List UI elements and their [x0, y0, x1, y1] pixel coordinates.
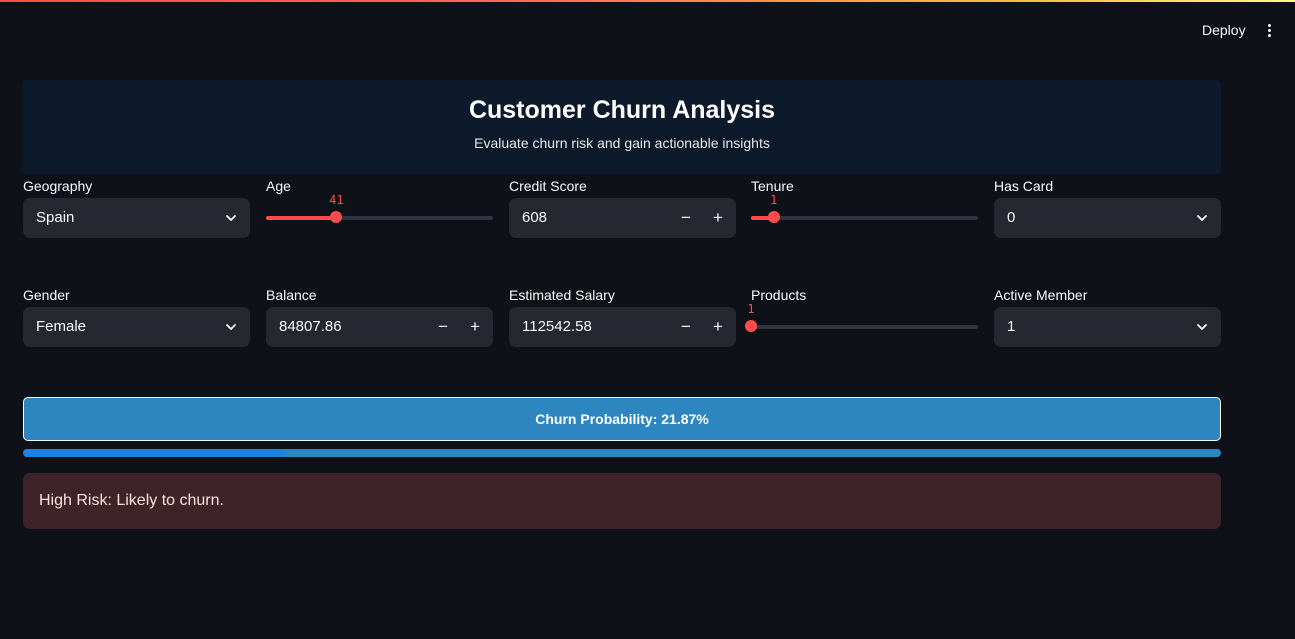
- balance-input[interactable]: 84807.86 − +: [266, 307, 493, 347]
- estimated-salary-input[interactable]: 112542.58 − +: [509, 307, 736, 347]
- gender-select[interactable]: Female: [23, 307, 250, 347]
- age-label: Age: [266, 178, 291, 194]
- gender-field: Gender Female: [23, 285, 250, 347]
- churn-probability-box: Churn Probability: 21.87%: [23, 397, 1221, 441]
- age-field: Age 41: [266, 176, 493, 223]
- age-slider[interactable]: 41: [266, 193, 493, 238]
- credit-score-value[interactable]: 608: [522, 198, 547, 238]
- products-slider-track[interactable]: [751, 325, 978, 329]
- churn-progress-bar: [23, 449, 1221, 457]
- products-slider-handle[interactable]: [745, 320, 757, 332]
- credit-score-decrement-button[interactable]: −: [670, 198, 702, 238]
- active-member-field: Active Member 1: [994, 285, 1221, 347]
- tenure-slider-track[interactable]: [751, 216, 978, 220]
- geography-value: Spain: [36, 209, 75, 226]
- balance-value[interactable]: 84807.86: [279, 307, 342, 347]
- top-decoration-bar: [0, 0, 1295, 2]
- tenure-label: Tenure: [751, 178, 794, 194]
- tenure-slider[interactable]: 1: [751, 193, 978, 238]
- tenure-slider-handle[interactable]: [767, 211, 780, 223]
- active-member-value: 1: [1007, 318, 1016, 335]
- page-subtitle: Evaluate churn risk and gain actionable …: [474, 135, 770, 151]
- estimated-salary-decrement-button[interactable]: −: [670, 307, 702, 347]
- balance-label: Balance: [266, 287, 317, 303]
- has-card-label: Has Card: [994, 178, 1054, 194]
- deploy-button[interactable]: Deploy: [1192, 18, 1256, 42]
- estimated-salary-label: Estimated Salary: [509, 287, 615, 303]
- age-slider-track[interactable]: [266, 216, 493, 220]
- has-card-value: 0: [1007, 209, 1016, 226]
- credit-score-input[interactable]: 608 − +: [509, 198, 736, 238]
- age-slider-value: 41: [329, 193, 344, 207]
- has-card-field: Has Card 0: [994, 176, 1221, 238]
- products-label: Products: [751, 287, 807, 303]
- chevron-down-icon: [226, 215, 236, 221]
- balance-decrement-button[interactable]: −: [427, 307, 459, 347]
- churn-progress-fill: [23, 449, 285, 457]
- credit-score-label: Credit Score: [509, 178, 587, 194]
- age-slider-fill: [266, 216, 337, 220]
- estimated-salary-increment-button[interactable]: +: [702, 307, 734, 347]
- products-field: Products 1: [745, 285, 978, 332]
- products-slider-value: 1: [747, 302, 755, 316]
- active-member-label: Active Member: [994, 287, 1088, 303]
- chevron-down-icon: [1197, 215, 1207, 221]
- chevron-down-icon: [226, 324, 236, 330]
- tenure-field: Tenure 1: [751, 176, 978, 223]
- products-slider[interactable]: 1: [745, 302, 978, 347]
- kebab-menu-icon[interactable]: [1259, 18, 1279, 42]
- credit-score-increment-button[interactable]: +: [702, 198, 734, 238]
- credit-score-field: Credit Score 608 − +: [509, 176, 736, 238]
- page-title: Customer Churn Analysis: [468, 96, 776, 124]
- balance-field: Balance 84807.86 − +: [266, 285, 493, 347]
- risk-alert: High Risk: Likely to churn.: [23, 473, 1221, 529]
- has-card-select[interactable]: 0: [994, 198, 1221, 238]
- chevron-down-icon: [1197, 324, 1207, 330]
- balance-increment-button[interactable]: +: [459, 307, 491, 347]
- age-slider-handle[interactable]: [330, 211, 343, 223]
- gender-value: Female: [36, 318, 87, 335]
- active-member-select[interactable]: 1: [994, 307, 1221, 347]
- estimated-salary-value[interactable]: 112542.58: [522, 307, 592, 347]
- geography-field: Geography Spain: [23, 176, 250, 238]
- gender-label: Gender: [23, 287, 70, 303]
- estimated-salary-field: Estimated Salary 112542.58 − +: [509, 285, 736, 347]
- geography-label: Geography: [23, 178, 93, 194]
- geography-select[interactable]: Spain: [23, 198, 250, 238]
- header-card: Customer Churn Analysis Evaluate churn r…: [23, 80, 1221, 174]
- tenure-slider-value: 1: [770, 193, 778, 207]
